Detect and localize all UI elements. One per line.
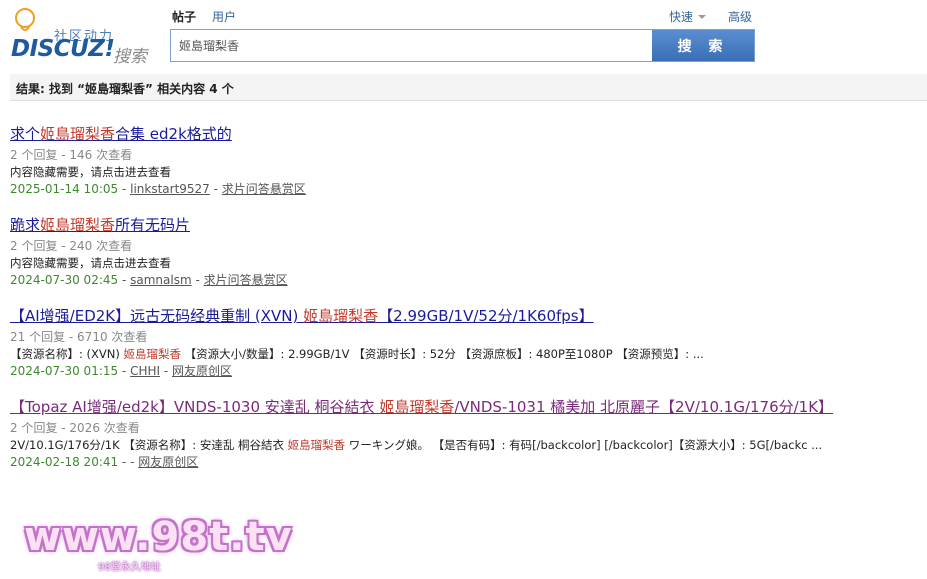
search-input[interactable] [171,30,652,61]
result-title-link[interactable]: 【Topaz AI增强/ed2k】VNDS-1030 安達乱 桐谷結衣 姬島瑠梨… [10,395,920,419]
logo-brand-text: DISCUZ! [11,36,115,62]
result-forum-link[interactable]: 网友原创区 [172,364,232,378]
result-date: 2024-07-30 02:45 [10,273,119,287]
result-title-link[interactable]: 求个姬島瑠梨香合集 ed2k格式的 [10,122,920,146]
result-author-link[interactable]: samnalsm [130,273,192,287]
result-date: 2024-02-18 20:41 [10,455,119,469]
list-item: 求个姬島瑠梨香合集 ed2k格式的 2 个回复 - 146 次查看 内容隐藏需要… [10,122,920,198]
discuz-logo[interactable]: 社区动力 DISCUZ! 搜索 [10,6,160,67]
search-button[interactable]: 搜 索 [652,30,754,61]
watermark-subtext: 98堂永久地址 [98,562,161,573]
result-date: 2025-01-14 10:05 [10,182,119,196]
result-meta: 2 个回复 - 2026 次查看 [10,421,140,435]
result-info: 2024-07-30 01:15 - CHHI - 网友原创区 [10,364,233,378]
site-watermark: www.98t.tv 98堂永久地址 [24,514,292,576]
search-type-tabs: 帖子 用户 [172,8,236,25]
result-list: 求个姬島瑠梨香合集 ed2k格式的 2 个回复 - 146 次查看 内容隐藏需要… [10,122,920,486]
result-snippet: 内容隐藏需要，请点击进去查看 [10,165,171,179]
result-info: 2024-07-30 02:45 - samnalsm - 求片问答悬赏区 [10,273,288,287]
result-meta: 21 个回复 - 6710 次查看 [10,330,148,344]
result-info: 2025-01-14 10:05 - linkstart9527 - 求片问答悬… [10,182,306,196]
result-forum-link[interactable]: 求片问答悬赏区 [222,182,306,196]
result-forum-link[interactable]: 网友原创区 [138,455,198,469]
top-links: 快速 高级 [669,8,752,25]
result-title-link[interactable]: 【AI增强/ED2K】远古无码经典重制 (XVN) 姬島瑠梨香【2.99GB/1… [10,304,920,328]
quick-menu-label: 快速 [668,10,693,24]
list-item: 【AI增强/ED2K】远古无码经典重制 (XVN) 姬島瑠梨香【2.99GB/1… [10,304,920,380]
result-title-link[interactable]: 跪求姬島瑠梨香所有无码片 [10,213,920,237]
tab-users[interactable]: 用户 [212,8,236,25]
result-snippet: 【资源名称】: (XVN) 姬島瑠梨香 【资源大小/数量】: 2.99GB/1V… [10,347,704,361]
result-meta: 2 个回复 - 146 次查看 [10,148,133,162]
advanced-search-link[interactable]: 高级 [728,8,752,25]
logo-search-text: 搜索 [113,47,147,67]
result-snippet: 2V/10.1G/176分/1K 【资源名称】: 安達乱 桐谷結衣 姬島瑠梨香 … [10,438,823,452]
lightbulb-icon [15,8,35,31]
chevron-down-icon [697,14,706,19]
result-summary: 结果: 找到 “姬島瑠梨香” 相关内容 4 个 [10,74,927,101]
result-author-link[interactable]: CHHI [130,364,160,378]
list-item: 【Topaz AI增强/ed2k】VNDS-1030 安達乱 桐谷結衣 姬島瑠梨… [10,395,920,471]
result-meta: 2 个回复 - 240 次查看 [10,239,133,253]
list-item: 跪求姬島瑠梨香所有无码片 2 个回复 - 240 次查看 内容隐藏需要，请点击进… [10,213,920,289]
tab-posts[interactable]: 帖子 [172,8,196,25]
result-snippet: 内容隐藏需要，请点击进去查看 [10,256,171,270]
result-author-link[interactable]: linkstart9527 [130,182,210,196]
search-bar: 搜 索 [170,29,755,62]
result-forum-link[interactable]: 求片问答悬赏区 [204,273,288,287]
result-date: 2024-07-30 01:15 [10,364,119,378]
watermark-text: www.98t.tv [24,514,293,560]
quick-menu-link[interactable]: 快速 [669,8,706,25]
result-info: 2024-02-18 20:41 - - 网友原创区 [10,455,199,469]
